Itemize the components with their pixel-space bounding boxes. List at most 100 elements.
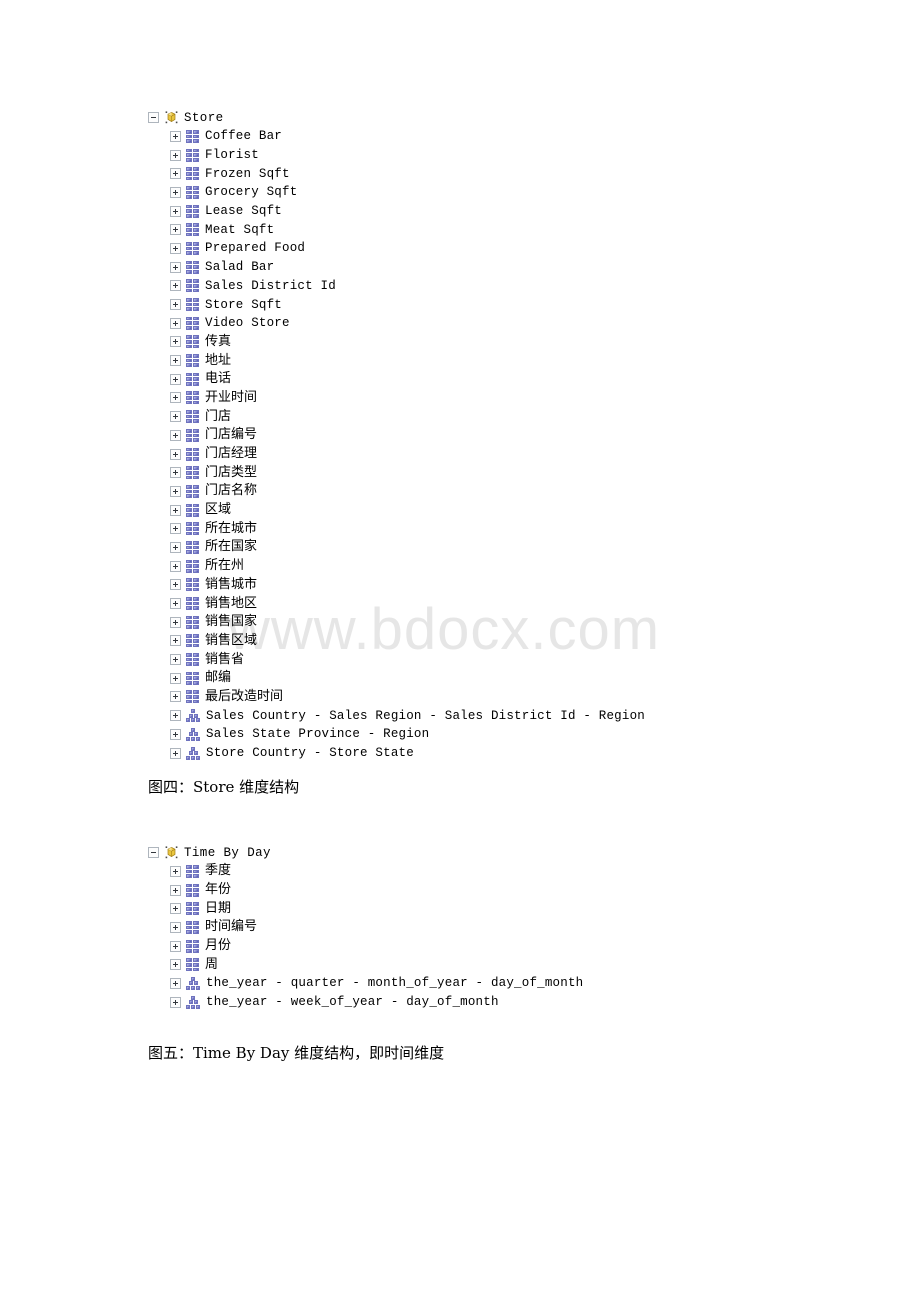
expand-node-button[interactable] bbox=[170, 149, 181, 161]
expand-node-button[interactable] bbox=[170, 186, 181, 198]
expand-node-button[interactable] bbox=[170, 317, 181, 329]
attribute-row[interactable]: 销售省 bbox=[148, 650, 645, 669]
expand-node-button[interactable] bbox=[170, 903, 181, 915]
attribute-row[interactable]: 地址 bbox=[148, 351, 645, 370]
expand-node-button[interactable] bbox=[170, 654, 181, 666]
attribute-row[interactable]: 最后改造时间 bbox=[148, 688, 645, 707]
attribute-row[interactable]: 时间编号 bbox=[148, 918, 583, 937]
attribute-row[interactable]: Grocery Sqft bbox=[148, 183, 645, 202]
hierarchy-row[interactable]: Sales State Province - Region bbox=[148, 725, 645, 744]
expand-node-button[interactable] bbox=[170, 130, 181, 142]
attribute-row[interactable]: 开业时间 bbox=[148, 389, 645, 408]
hierarchy-row[interactable]: the_year - quarter - month_of_year - day… bbox=[148, 974, 583, 993]
attribute-grid-icon bbox=[186, 167, 199, 181]
attribute-row[interactable]: Florist bbox=[148, 146, 645, 165]
expand-node-button[interactable] bbox=[170, 168, 181, 180]
expand-node-button[interactable] bbox=[170, 355, 181, 367]
attribute-label: 销售城市 bbox=[205, 576, 258, 592]
expand-node-button[interactable] bbox=[170, 467, 181, 479]
collapse-node-button[interactable] bbox=[148, 112, 159, 123]
expand-node-button[interactable] bbox=[170, 635, 181, 647]
expand-node-button[interactable] bbox=[170, 672, 181, 684]
expand-node-button[interactable] bbox=[170, 921, 181, 933]
hierarchy-row[interactable]: Store Country - Store State bbox=[148, 744, 645, 763]
attribute-row[interactable]: 区域 bbox=[148, 501, 645, 520]
attribute-row[interactable]: 销售国家 bbox=[148, 613, 645, 632]
expand-node-button[interactable] bbox=[170, 865, 181, 877]
expand-node-button[interactable] bbox=[170, 579, 181, 591]
expand-node-button[interactable] bbox=[170, 280, 181, 292]
expand-node-button[interactable] bbox=[170, 485, 181, 497]
expand-node-button[interactable] bbox=[170, 977, 181, 989]
expand-node-button[interactable] bbox=[170, 560, 181, 572]
expand-node-button[interactable] bbox=[170, 224, 181, 236]
hierarchy-pyramid-icon bbox=[186, 976, 200, 990]
attribute-row[interactable]: Sales District Id bbox=[148, 277, 645, 296]
expand-node-button[interactable] bbox=[170, 429, 181, 441]
attribute-row[interactable]: Salad Bar bbox=[148, 258, 645, 277]
hierarchy-row[interactable]: Sales Country - Sales Region - Sales Dis… bbox=[148, 706, 645, 725]
expand-node-button[interactable] bbox=[170, 242, 181, 254]
expand-node-button[interactable] bbox=[170, 996, 181, 1008]
dimension-root-time-by-day[interactable]: Time By Day bbox=[148, 843, 583, 862]
expand-node-button[interactable] bbox=[170, 884, 181, 896]
expand-node-button[interactable] bbox=[170, 373, 181, 385]
attribute-row[interactable]: 门店 bbox=[148, 407, 645, 426]
attribute-row[interactable]: 销售地区 bbox=[148, 594, 645, 613]
attribute-row[interactable]: 门店名称 bbox=[148, 482, 645, 501]
expand-node-button[interactable] bbox=[170, 959, 181, 971]
attribute-row[interactable]: 电话 bbox=[148, 370, 645, 389]
expand-node-button[interactable] bbox=[170, 392, 181, 404]
collapse-node-button[interactable] bbox=[148, 847, 159, 858]
expand-node-button[interactable] bbox=[170, 616, 181, 628]
expand-node-button[interactable] bbox=[170, 261, 181, 273]
hierarchy-pyramid-icon bbox=[186, 727, 200, 741]
attribute-row[interactable]: 销售城市 bbox=[148, 576, 645, 595]
expand-node-button[interactable] bbox=[170, 710, 181, 722]
store-dimension-tree: Store Coffee Bar Florist Frozen Sqft Grocery… bbox=[148, 108, 645, 762]
expand-node-button[interactable] bbox=[170, 504, 181, 516]
attribute-row[interactable]: 传真 bbox=[148, 333, 645, 352]
attribute-row[interactable]: 日期 bbox=[148, 899, 583, 918]
attribute-row[interactable]: Frozen Sqft bbox=[148, 164, 645, 183]
attribute-label: Prepared Food bbox=[205, 241, 306, 256]
expand-node-button[interactable] bbox=[170, 691, 181, 703]
attribute-row[interactable]: 销售区域 bbox=[148, 632, 645, 651]
attribute-row[interactable]: 邮编 bbox=[148, 669, 645, 688]
attribute-row[interactable]: 所在州 bbox=[148, 557, 645, 576]
expand-node-button[interactable] bbox=[170, 728, 181, 740]
attribute-row[interactable]: 季度 bbox=[148, 862, 583, 881]
attribute-row[interactable]: Video Store bbox=[148, 314, 645, 333]
expand-node-button[interactable] bbox=[170, 299, 181, 311]
expand-node-button[interactable] bbox=[170, 523, 181, 535]
attribute-row[interactable]: Coffee Bar bbox=[148, 127, 645, 146]
attribute-row[interactable]: 门店类型 bbox=[148, 463, 645, 482]
attribute-grid-icon bbox=[186, 902, 199, 916]
attribute-row[interactable]: Prepared Food bbox=[148, 239, 645, 258]
attribute-row[interactable]: 年份 bbox=[148, 881, 583, 900]
expand-node-button[interactable] bbox=[170, 940, 181, 952]
expand-node-button[interactable] bbox=[170, 541, 181, 553]
hierarchy-row[interactable]: the_year - week_of_year - day_of_month bbox=[148, 993, 583, 1012]
attribute-row[interactable]: Store Sqft bbox=[148, 295, 645, 314]
attribute-row[interactable]: 门店经理 bbox=[148, 445, 645, 464]
expand-node-button[interactable] bbox=[170, 205, 181, 217]
attribute-row[interactable]: 所在国家 bbox=[148, 538, 645, 557]
dimension-root-store[interactable]: Store bbox=[148, 108, 645, 127]
attribute-row[interactable]: 门店编号 bbox=[148, 426, 645, 445]
attribute-row[interactable]: 周 bbox=[148, 955, 583, 974]
expand-node-button[interactable] bbox=[170, 747, 181, 759]
expand-node-button[interactable] bbox=[170, 598, 181, 610]
expand-node-button[interactable] bbox=[170, 336, 181, 348]
attribute-row[interactable]: 所在城市 bbox=[148, 519, 645, 538]
expand-node-button[interactable] bbox=[170, 411, 181, 423]
attribute-row[interactable]: Meat Sqft bbox=[148, 220, 645, 239]
hierarchy-pyramid-icon bbox=[186, 995, 200, 1009]
attribute-row[interactable]: Lease Sqft bbox=[148, 202, 645, 221]
attribute-row[interactable]: 月份 bbox=[148, 937, 583, 956]
expand-node-button[interactable] bbox=[170, 448, 181, 460]
